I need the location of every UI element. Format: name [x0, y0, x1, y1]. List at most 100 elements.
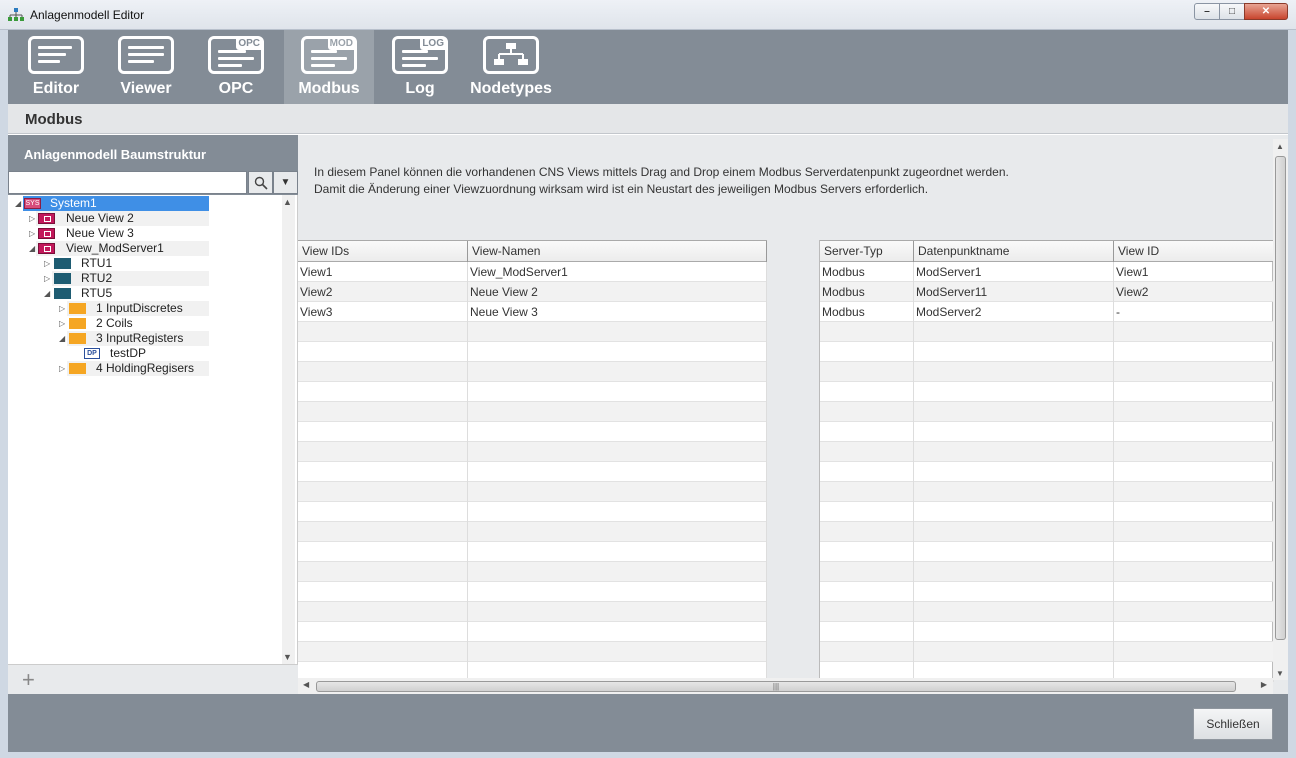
scroll-up-icon[interactable]: ▲ [283, 197, 292, 207]
table-row[interactable] [298, 462, 767, 482]
table-cell [468, 442, 767, 462]
tree-search-input[interactable] [8, 171, 247, 194]
table-row[interactable]: View2 Neue View 2 [298, 282, 767, 302]
minimize-button[interactable]: ⎯ [1194, 3, 1220, 20]
table-row[interactable] [298, 422, 767, 442]
column-header-datapoint-name[interactable]: Datenpunktname [914, 241, 1114, 262]
views-table[interactable]: View IDs View-Namen View1 View_ModServer1… [298, 240, 767, 682]
table-row[interactable] [820, 522, 1274, 542]
table-row[interactable] [298, 602, 767, 622]
table-row[interactable] [820, 542, 1274, 562]
tree-item-rtu1[interactable]: ▷ RTU1 [8, 256, 213, 271]
close-button[interactable]: Schließen [1193, 708, 1273, 740]
tree-item-input-registers[interactable]: ◢ 3 InputRegisters [8, 331, 213, 346]
column-header-view-id[interactable]: View ID [1114, 241, 1274, 262]
close-window-button[interactable]: ✕ [1244, 3, 1288, 20]
scroll-right-icon[interactable]: ▶ [1261, 680, 1267, 689]
scroll-down-icon[interactable]: ▼ [283, 652, 292, 662]
tool-modbus[interactable]: MOD Modbus [284, 30, 374, 104]
table-row[interactable] [298, 322, 767, 342]
tree-item-testdp[interactable]: DP testDP [8, 346, 213, 361]
tree-item-rtu2[interactable]: ▷ RTU2 [8, 271, 213, 286]
column-header-view-names[interactable]: View-Namen [468, 241, 767, 262]
column-header-server-type[interactable]: Server-Typ [820, 241, 914, 262]
tree-item-coils[interactable]: ▷ 2 Coils [8, 316, 213, 331]
server-table[interactable]: Server-Typ Datenpunktname View ID Modbus… [819, 240, 1274, 682]
tool-log[interactable]: LOG Log [382, 30, 458, 104]
tree-item-neue-view-3[interactable]: ▷ Neue View 3 [8, 226, 213, 241]
tree-scrollbar[interactable]: ▲ ▼ [282, 195, 295, 664]
tree-item-neue-view-2[interactable]: ▷ Neue View 2 [8, 211, 213, 226]
table-row[interactable] [298, 562, 767, 582]
collapse-arrow-icon[interactable]: ▷ [59, 301, 69, 316]
collapse-arrow-icon[interactable]: ▷ [44, 256, 54, 271]
table-row[interactable] [820, 642, 1274, 662]
table-row[interactable] [298, 542, 767, 562]
tree-view[interactable]: ◢ SYS System1 ▷ Neue View 2 ▷ Neue View … [8, 195, 298, 664]
table-row[interactable]: Modbus ModServer2- [820, 302, 1274, 322]
maximize-icon: □ [1228, 6, 1236, 17]
tree-filter-dropdown[interactable]: ▼ [273, 171, 298, 194]
tree-search-button[interactable] [248, 171, 273, 194]
table-row[interactable] [298, 342, 767, 362]
tree-item-view-modserver1[interactable]: ◢ View_ModServer1 [8, 241, 213, 256]
window-frame-bottom [0, 752, 1296, 758]
tree-item-system1[interactable]: ◢ SYS System1 [8, 196, 213, 211]
table-row[interactable] [820, 562, 1274, 582]
add-node-button[interactable]: + [22, 667, 35, 693]
table-row[interactable] [820, 622, 1274, 642]
table-row[interactable] [820, 362, 1274, 382]
table-row[interactable] [820, 382, 1274, 402]
table-row[interactable] [298, 622, 767, 642]
tool-opc[interactable]: OPC OPC [198, 30, 274, 104]
tree-item-input-discretes[interactable]: ▷ 1 InputDiscretes [8, 301, 213, 316]
table-row[interactable] [298, 482, 767, 502]
table-row[interactable] [298, 382, 767, 402]
maximize-button[interactable]: □ [1219, 3, 1245, 20]
scroll-up-icon[interactable]: ▲ [1276, 142, 1284, 151]
table-row[interactable] [298, 362, 767, 382]
scroll-left-icon[interactable]: ◀ [303, 680, 309, 689]
table-cell [914, 482, 1114, 502]
main-horizontal-scrollbar[interactable]: ◀ ||| ▶ [298, 678, 1273, 694]
table-row[interactable] [298, 402, 767, 422]
table-row[interactable] [820, 402, 1274, 422]
collapse-arrow-icon[interactable]: ▷ [44, 271, 54, 286]
table-row[interactable] [298, 522, 767, 542]
tree-item-holding-registers[interactable]: ▷ 4 HoldingRegisers [8, 361, 213, 376]
table-row[interactable] [820, 342, 1274, 362]
collapse-arrow-icon[interactable]: ▷ [59, 316, 69, 331]
table-row[interactable] [298, 642, 767, 662]
table-row[interactable] [820, 602, 1274, 622]
table-row[interactable] [298, 502, 767, 522]
table-row[interactable] [820, 482, 1274, 502]
scroll-thumb[interactable]: ||| [316, 681, 1236, 692]
table-row[interactable] [820, 442, 1274, 462]
table-row[interactable] [820, 322, 1274, 342]
table-row[interactable] [820, 462, 1274, 482]
tool-viewer[interactable]: Viewer [108, 30, 184, 104]
table-row[interactable]: Modbus ModServer11 View2 [820, 282, 1274, 302]
scroll-down-icon[interactable]: ▼ [1276, 669, 1284, 678]
editor-icon [28, 36, 84, 74]
table-row[interactable]: View1 View_ModServer1 [298, 262, 767, 282]
scroll-thumb[interactable] [1275, 156, 1286, 640]
main-vertical-scrollbar[interactable]: ▲ ▼ [1273, 139, 1288, 680]
table-row[interactable] [820, 582, 1274, 602]
table-row[interactable] [820, 502, 1274, 522]
collapse-arrow-icon[interactable]: ▷ [59, 361, 69, 376]
tree-item-rtu5[interactable]: ◢ RTU5 [8, 286, 213, 301]
expand-arrow-icon[interactable]: ◢ [44, 286, 54, 301]
tool-editor[interactable]: Editor [18, 30, 94, 104]
table-row[interactable]: View3 Neue View 3 [298, 302, 767, 322]
table-row[interactable] [298, 442, 767, 462]
table-cell [468, 362, 767, 382]
tool-nodetypes[interactable]: Nodetypes [466, 30, 556, 104]
table-row[interactable] [820, 422, 1274, 442]
table-cell [820, 502, 914, 522]
expand-arrow-icon[interactable]: ◢ [59, 331, 69, 346]
section-header: Modbus [8, 104, 1288, 134]
column-header-view-ids[interactable]: View IDs [298, 241, 468, 262]
table-row[interactable]: Modbus ModServer1 View1 [820, 262, 1274, 282]
table-row[interactable] [298, 582, 767, 602]
